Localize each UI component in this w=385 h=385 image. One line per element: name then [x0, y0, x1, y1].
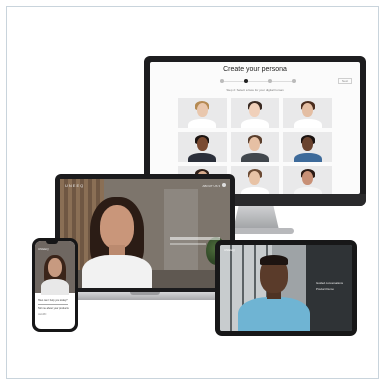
page-title: Create your persona: [223, 66, 287, 73]
digital-human-avatar: [48, 258, 62, 277]
face-avatar: [196, 137, 208, 151]
learn-link[interactable]: LEARN: [38, 313, 46, 316]
step-dot: [220, 79, 224, 83]
step-dot: [268, 79, 272, 83]
persona-face-option[interactable]: [283, 98, 332, 128]
face-avatar: [196, 103, 208, 117]
step-caption: Step 2: Select a face for your digital h…: [226, 88, 284, 92]
top-menu-link[interactable]: ABOUT US ▾: [202, 184, 220, 188]
phone-notch: [46, 241, 58, 244]
persona-face-option[interactable]: [283, 132, 332, 162]
persona-face-option[interactable]: [283, 166, 332, 194]
persona-face-option[interactable]: [178, 98, 227, 128]
background-door: [164, 189, 198, 279]
face-shirt: [293, 187, 322, 194]
digital-human-avatar: [100, 205, 134, 249]
face-shirt: [188, 153, 217, 162]
chat-message: How can I help you today?: [38, 299, 68, 302]
avatar-shirt: [41, 279, 69, 295]
face-avatar: [302, 137, 314, 151]
laptop: UNEEQ ABOUT US ▾: [55, 174, 235, 292]
face-shirt: [293, 119, 322, 128]
face-avatar: [249, 171, 261, 185]
laptop-screen: UNEEQ ABOUT US ▾: [60, 179, 230, 288]
avatar-shirt: [238, 297, 310, 331]
avatar-hair: [260, 255, 288, 265]
next-button[interactable]: Next: [338, 78, 352, 84]
tablet-screen: UNEEQ Guided conversations Product Demo: [220, 245, 352, 331]
step-dot: [244, 79, 248, 83]
monitor-stand: [233, 206, 279, 230]
face-avatar: [302, 103, 314, 117]
persona-face-option[interactable]: [230, 166, 280, 194]
divider: [38, 304, 68, 305]
persona-face-option[interactable]: [178, 132, 227, 162]
step-dot: [292, 79, 296, 83]
chat-option[interactable]: Tell me about your products: [38, 307, 69, 310]
persona-face-option[interactable]: [230, 98, 280, 128]
face-shirt: [188, 119, 217, 128]
progress-stepper: [220, 79, 296, 83]
persona-face-option[interactable]: [230, 132, 280, 162]
phone-screen: UNEEQ How can I help you today? Tell me …: [35, 241, 75, 329]
face-avatar: [249, 137, 261, 151]
tablet: UNEEQ Guided conversations Product Demo: [215, 240, 357, 336]
brand-logo: UNEEQ: [65, 183, 85, 188]
chat-suggestion[interactable]: [170, 243, 206, 245]
brand-logo: UNEEQ: [224, 248, 235, 252]
face-avatar: [249, 103, 261, 117]
smartphone: UNEEQ How can I help you today? Tell me …: [32, 238, 78, 332]
settings-icon[interactable]: [222, 183, 226, 187]
face-shirt: [240, 119, 269, 128]
avatar-shirt: [82, 255, 152, 288]
face-shirt: [240, 187, 269, 194]
face-shirt: [293, 153, 322, 162]
chat-input[interactable]: [170, 237, 220, 240]
menu-option[interactable]: Product Demo: [316, 287, 334, 291]
brand-logo: UNEEQ: [38, 247, 49, 251]
face-avatar: [302, 171, 314, 185]
face-shirt: [240, 153, 269, 162]
menu-option[interactable]: Guided conversations: [316, 281, 343, 285]
laptop-notch: [130, 292, 160, 295]
